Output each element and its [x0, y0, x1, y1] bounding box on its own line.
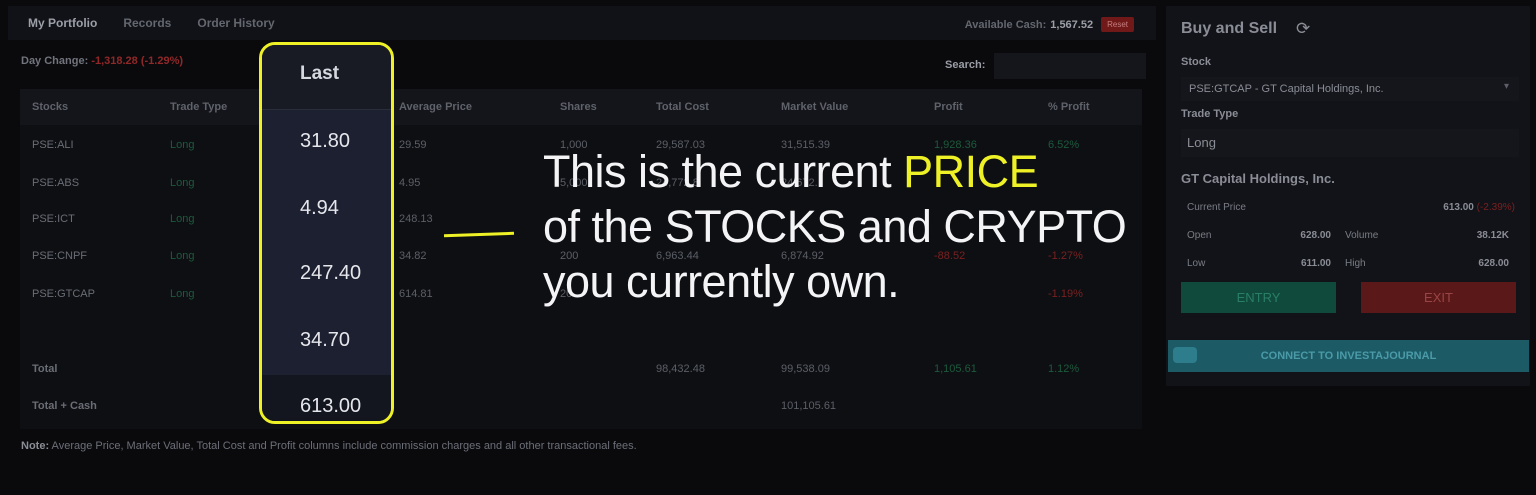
buy-sell-panel: Buy and Sell ⟳ Stock PSE:GTCAP - GT Capi… — [1166, 6, 1530, 386]
total-cash-label: Total + Cash — [32, 400, 97, 412]
col-trade-type[interactable]: Trade Type — [170, 101, 227, 113]
last-price-value: 247.40 — [300, 262, 362, 284]
low-label: Low — [1187, 258, 1206, 269]
current-price-label: Current Price — [1187, 202, 1246, 213]
table-row-stock[interactable]: PSE:ABS — [32, 177, 79, 189]
total-label: Total — [32, 363, 58, 375]
last-price-value: 31.80 — [300, 130, 351, 152]
table-row-type: Long — [170, 250, 195, 262]
annotation-line-3: you currently own. — [543, 256, 900, 307]
table-row-stock[interactable]: PSE:ICT — [32, 213, 75, 225]
stock-label: Stock — [1181, 56, 1211, 68]
exit-button[interactable]: EXIT — [1361, 282, 1516, 313]
cash-label: Available Cash: — [964, 18, 1047, 31]
annotation-line-1: This is the current PRICE — [543, 144, 1183, 199]
last-price-value: 34.70 — [300, 329, 351, 351]
table-row-avg: 4.95 — [399, 177, 421, 189]
current-price-number: 613.00 — [1443, 202, 1474, 213]
current-price-row: Current Price 613.00 (-2.39%) — [1181, 197, 1519, 221]
table-header: Stocks Trade Type Average Price Shares T… — [20, 89, 1142, 125]
col-market-value[interactable]: Market Value — [781, 101, 848, 113]
open-volume-row: Open 628.00 Volume 38.12K — [1181, 225, 1519, 249]
total-profit: 1,105.61 — [934, 363, 977, 375]
low-value: 611.00 — [1300, 258, 1331, 269]
last-column-footer: 613.00 — [262, 375, 391, 421]
table-row-avg: 29.59 — [399, 139, 427, 151]
footnote-label: Note: — [21, 440, 50, 452]
open-value: 628.00 — [1300, 230, 1331, 241]
current-price-value: 613.00 (-2.39%) — [1399, 202, 1515, 213]
col-last[interactable]: Last — [300, 63, 339, 85]
chevron-down-icon: ▾ — [1503, 81, 1509, 92]
table-row-avg: 248.13 — [399, 213, 433, 225]
refresh-icon[interactable]: ⟳ — [1296, 19, 1310, 39]
table-row-type: Long — [170, 139, 195, 151]
portfolio-tabs: My Portfolio Records Order History Avail… — [8, 6, 1156, 40]
high-value: 628.00 — [1478, 258, 1509, 269]
tab-order-history[interactable]: Order History — [191, 16, 280, 30]
annotation-text: This is the current PRICE of the STOCKS … — [543, 144, 1183, 309]
tab-my-portfolio[interactable]: My Portfolio — [22, 16, 103, 30]
stock-select[interactable]: PSE:GTCAP - GT Capital Holdings, Inc. ▾ — [1181, 77, 1519, 101]
last-price-value: 4.94 — [300, 197, 339, 219]
table-row-type: Long — [170, 213, 195, 225]
table-row-stock[interactable]: PSE:CNPF — [32, 250, 87, 262]
col-average-price[interactable]: Average Price — [399, 101, 472, 113]
col-profit[interactable]: Profit — [934, 101, 963, 113]
company-name: GT Capital Holdings, Inc. — [1181, 171, 1335, 186]
last-column-header: Last — [262, 45, 391, 110]
annotation-line-1-text: This is the current — [543, 146, 904, 197]
total-cash-market: 101,105.61 — [781, 400, 837, 412]
volume-value: 38.12K — [1476, 230, 1509, 241]
connect-investajournal-button[interactable]: CONNECT TO INVESTAJOURNAL — [1168, 340, 1529, 372]
cash-value: 1,567.52 — [1050, 18, 1094, 31]
current-price-change: (-2.39%) — [1476, 202, 1515, 213]
col-pct-profit[interactable]: % Profit — [1048, 101, 1090, 113]
buy-sell-title: Buy and Sell — [1181, 20, 1278, 37]
total-cost: 98,432.48 — [656, 363, 705, 375]
trade-type-label: Trade Type — [1181, 108, 1239, 120]
search-input[interactable] — [994, 53, 1146, 79]
reset-button[interactable]: Reset — [1101, 17, 1134, 32]
table-row-type: Long — [170, 288, 195, 300]
day-change: Day Change: -1,318.28 (-1.29%) — [21, 55, 183, 67]
tab-records[interactable]: Records — [117, 16, 177, 30]
table-row-avg: 614.81 — [399, 288, 433, 300]
footnote: Note: Average Price, Market Value, Total… — [21, 440, 637, 452]
investajournal-logo-icon — [1173, 347, 1197, 363]
available-cash: Available Cash: 1,567.52 Reset — [965, 17, 1134, 32]
col-shares[interactable]: Shares — [560, 101, 597, 113]
annotation-line-2: of the STOCKS and CRYPTO — [543, 201, 1127, 252]
day-change-value: -1,318.28 (-1.29%) — [91, 55, 184, 67]
annotation-highlight-word: PRICE — [903, 146, 1039, 197]
open-label: Open — [1187, 230, 1212, 241]
table-row-stock[interactable]: PSE:GTCAP — [32, 288, 95, 300]
search-label: Search: — [945, 59, 986, 71]
table-row-stock[interactable]: PSE:ALI — [32, 139, 74, 151]
last-price-column-highlight: Last 31.80 4.94 247.40 34.70 613.00 — [259, 42, 394, 424]
stock-select-value: PSE:GTCAP - GT Capital Holdings, Inc. — [1189, 83, 1384, 95]
total-market: 99,538.09 — [781, 363, 830, 375]
col-stocks[interactable]: Stocks — [32, 101, 68, 113]
entry-button[interactable]: ENTRY — [1181, 282, 1336, 313]
day-change-label: Day Change: — [21, 55, 89, 67]
table-row-type: Long — [170, 177, 195, 189]
last-price-value: 613.00 — [300, 395, 362, 417]
trade-type-value: Long — [1187, 135, 1216, 150]
col-total-cost[interactable]: Total Cost — [656, 101, 709, 113]
footnote-text: Average Price, Market Value, Total Cost … — [49, 440, 637, 452]
total-pct: 1.12% — [1048, 363, 1080, 375]
trade-type-select[interactable]: Long — [1181, 129, 1519, 157]
connect-label: CONNECT TO INVESTAJOURNAL — [1260, 350, 1437, 362]
high-label: High — [1345, 258, 1366, 269]
volume-label: Volume — [1345, 230, 1379, 241]
low-high-row: Low 611.00 High 628.00 — [1181, 253, 1519, 277]
table-row-avg: 34.82 — [399, 250, 427, 262]
